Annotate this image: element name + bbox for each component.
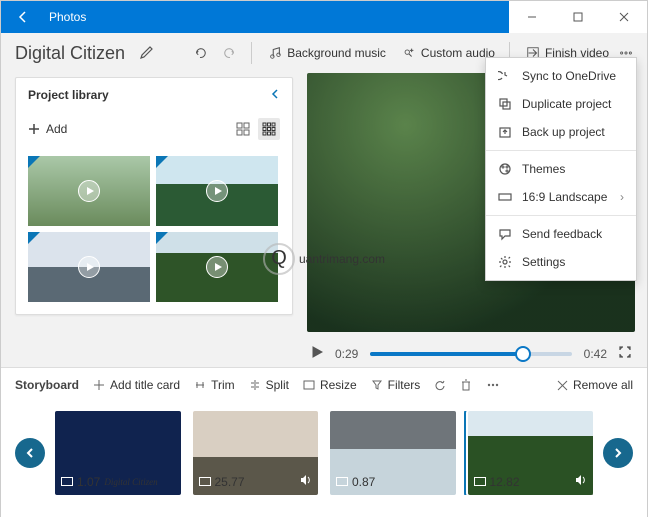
play-icon [78, 256, 100, 278]
background-music-label: Background music [287, 46, 386, 60]
more-clip-button[interactable] [486, 379, 500, 391]
play-icon [78, 180, 100, 202]
minimize-button[interactable] [509, 1, 555, 33]
back-button[interactable] [1, 1, 45, 33]
storyboard-clip[interactable]: 0.87 [330, 411, 456, 495]
menu-themes[interactable]: Themes [486, 155, 636, 183]
seek-bar[interactable] [370, 352, 571, 356]
storyboard-title: Storyboard [15, 378, 79, 392]
menu-aspect[interactable]: 16:9 Landscape› [486, 183, 636, 211]
sound-icon [575, 474, 587, 489]
rotate-button[interactable] [434, 379, 446, 391]
chevron-right-icon: › [620, 190, 624, 204]
view-large-icon[interactable] [232, 118, 254, 140]
sound-icon [300, 474, 312, 489]
collapse-icon[interactable] [270, 88, 280, 102]
library-title: Project library [28, 88, 109, 102]
window-title-label: Photos [49, 10, 86, 24]
menu-feedback[interactable]: Send feedback [486, 220, 636, 248]
add-label: Add [46, 122, 67, 136]
background-music-button[interactable]: Background music [268, 46, 386, 60]
library-thumb[interactable] [28, 232, 150, 302]
overflow-menu: Sync to OneDrive Duplicate project Back … [485, 57, 637, 281]
window-titlebar: Photos [1, 1, 647, 33]
player-controls: 0:29 0:42 [307, 346, 635, 361]
menu-duplicate[interactable]: Duplicate project [486, 90, 636, 118]
close-button[interactable] [601, 1, 647, 33]
scroll-left-button[interactable] [15, 438, 45, 468]
library-thumb[interactable] [28, 156, 150, 226]
play-icon [206, 256, 228, 278]
menu-separator [486, 215, 636, 216]
menu-settings[interactable]: Settings [486, 248, 636, 276]
storyboard-clip[interactable]: 1.07Digital Citizen [55, 411, 181, 495]
resize-button[interactable]: Resize [303, 378, 357, 392]
remove-all-button[interactable]: Remove all [557, 378, 633, 392]
undo-button[interactable] [193, 46, 207, 60]
play-icon [206, 180, 228, 202]
add-media-button[interactable]: Add [28, 122, 67, 136]
custom-audio-button[interactable]: Custom audio [402, 46, 495, 60]
add-title-card-button[interactable]: Add title card [93, 378, 180, 392]
library-thumb[interactable] [156, 156, 278, 226]
total-time: 0:42 [584, 347, 607, 361]
play-button[interactable] [311, 346, 323, 361]
custom-audio-label: Custom audio [421, 46, 495, 60]
split-button[interactable]: Split [249, 378, 289, 392]
current-time: 0:29 [335, 347, 358, 361]
storyboard-clip-selected[interactable]: 12.82 [468, 411, 594, 495]
fullscreen-button[interactable] [619, 346, 631, 361]
maximize-button[interactable] [555, 1, 601, 33]
menu-separator [486, 150, 636, 151]
project-library-panel: Project library Add [15, 77, 293, 315]
view-small-icon[interactable] [258, 118, 280, 140]
trim-button[interactable]: Trim [194, 378, 235, 392]
rename-icon[interactable] [139, 44, 155, 63]
scroll-right-button[interactable] [603, 438, 633, 468]
delete-button[interactable] [460, 379, 472, 391]
storyboard-toolbar: Storyboard Add title card Trim Split Res… [1, 368, 647, 400]
storyboard-panel: Storyboard Add title card Trim Split Res… [1, 367, 647, 517]
clips-strip: 1.07Digital Citizen 25.77 0.87 12.82 [55, 411, 593, 495]
filters-button[interactable]: Filters [371, 378, 421, 392]
storyboard-clip[interactable]: 25.77 [193, 411, 319, 495]
menu-backup[interactable]: Back up project [486, 118, 636, 146]
project-title: Digital Citizen [15, 43, 125, 64]
library-thumb[interactable] [156, 232, 278, 302]
separator [251, 42, 252, 64]
menu-sync[interactable]: Sync to OneDrive [486, 62, 636, 90]
redo-button[interactable] [223, 46, 237, 60]
